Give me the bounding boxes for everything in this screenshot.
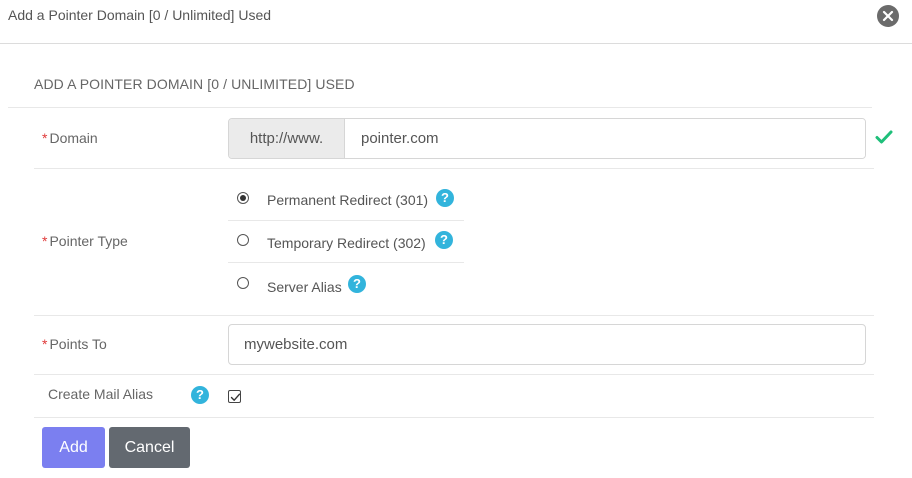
divider: [34, 374, 874, 375]
cancel-button[interactable]: Cancel: [109, 427, 190, 468]
modal-header: Add a Pointer Domain [0 / Unlimited] Use…: [0, 0, 912, 44]
domain-label: * Domain: [42, 130, 98, 146]
radio-temporary-redirect[interactable]: [237, 234, 249, 246]
close-button[interactable]: [877, 5, 899, 27]
points-to-label: * Points To: [42, 336, 107, 352]
pointer-type-label: * Pointer Type: [42, 233, 128, 249]
modal-title: Add a Pointer Domain [0 / Unlimited] Use…: [8, 7, 272, 23]
domain-input-group: http://www.: [228, 118, 866, 159]
section-title: ADD A POINTER DOMAIN [0 / UNLIMITED] USE…: [34, 76, 355, 92]
radio-label: Temporary Redirect (302): [267, 235, 426, 251]
divider: [8, 107, 872, 108]
divider: [34, 315, 874, 316]
create-mail-alias-checkbox[interactable]: [228, 390, 241, 403]
help-icon[interactable]: ?: [191, 386, 209, 404]
radio-option-temporary[interactable]: Temporary Redirect (302) ?: [228, 221, 464, 263]
required-mark: *: [42, 233, 48, 249]
divider: [34, 168, 874, 169]
radio-option-server-alias[interactable]: Server Alias ?: [228, 264, 464, 306]
radio-permanent-redirect[interactable]: [237, 192, 249, 204]
radio-server-alias[interactable]: [237, 277, 249, 289]
domain-input[interactable]: [346, 119, 865, 158]
add-button[interactable]: Add: [42, 427, 105, 468]
required-mark: *: [42, 130, 48, 146]
help-icon[interactable]: ?: [435, 231, 453, 249]
checkmark-icon: [230, 393, 241, 401]
close-icon: [882, 10, 894, 22]
create-mail-alias-label: Create Mail Alias: [48, 386, 154, 402]
radio-option-permanent[interactable]: Permanent Redirect (301) ?: [228, 179, 464, 221]
radio-label: Permanent Redirect (301): [267, 192, 429, 208]
check-icon: [875, 130, 893, 144]
required-mark: *: [42, 336, 48, 352]
divider: [34, 417, 874, 418]
domain-prefix: http://www.: [229, 119, 345, 158]
help-icon[interactable]: ?: [436, 189, 454, 207]
points-to-input[interactable]: [228, 324, 866, 365]
radio-label: Server Alias: [267, 279, 342, 295]
help-icon[interactable]: ?: [348, 275, 366, 293]
